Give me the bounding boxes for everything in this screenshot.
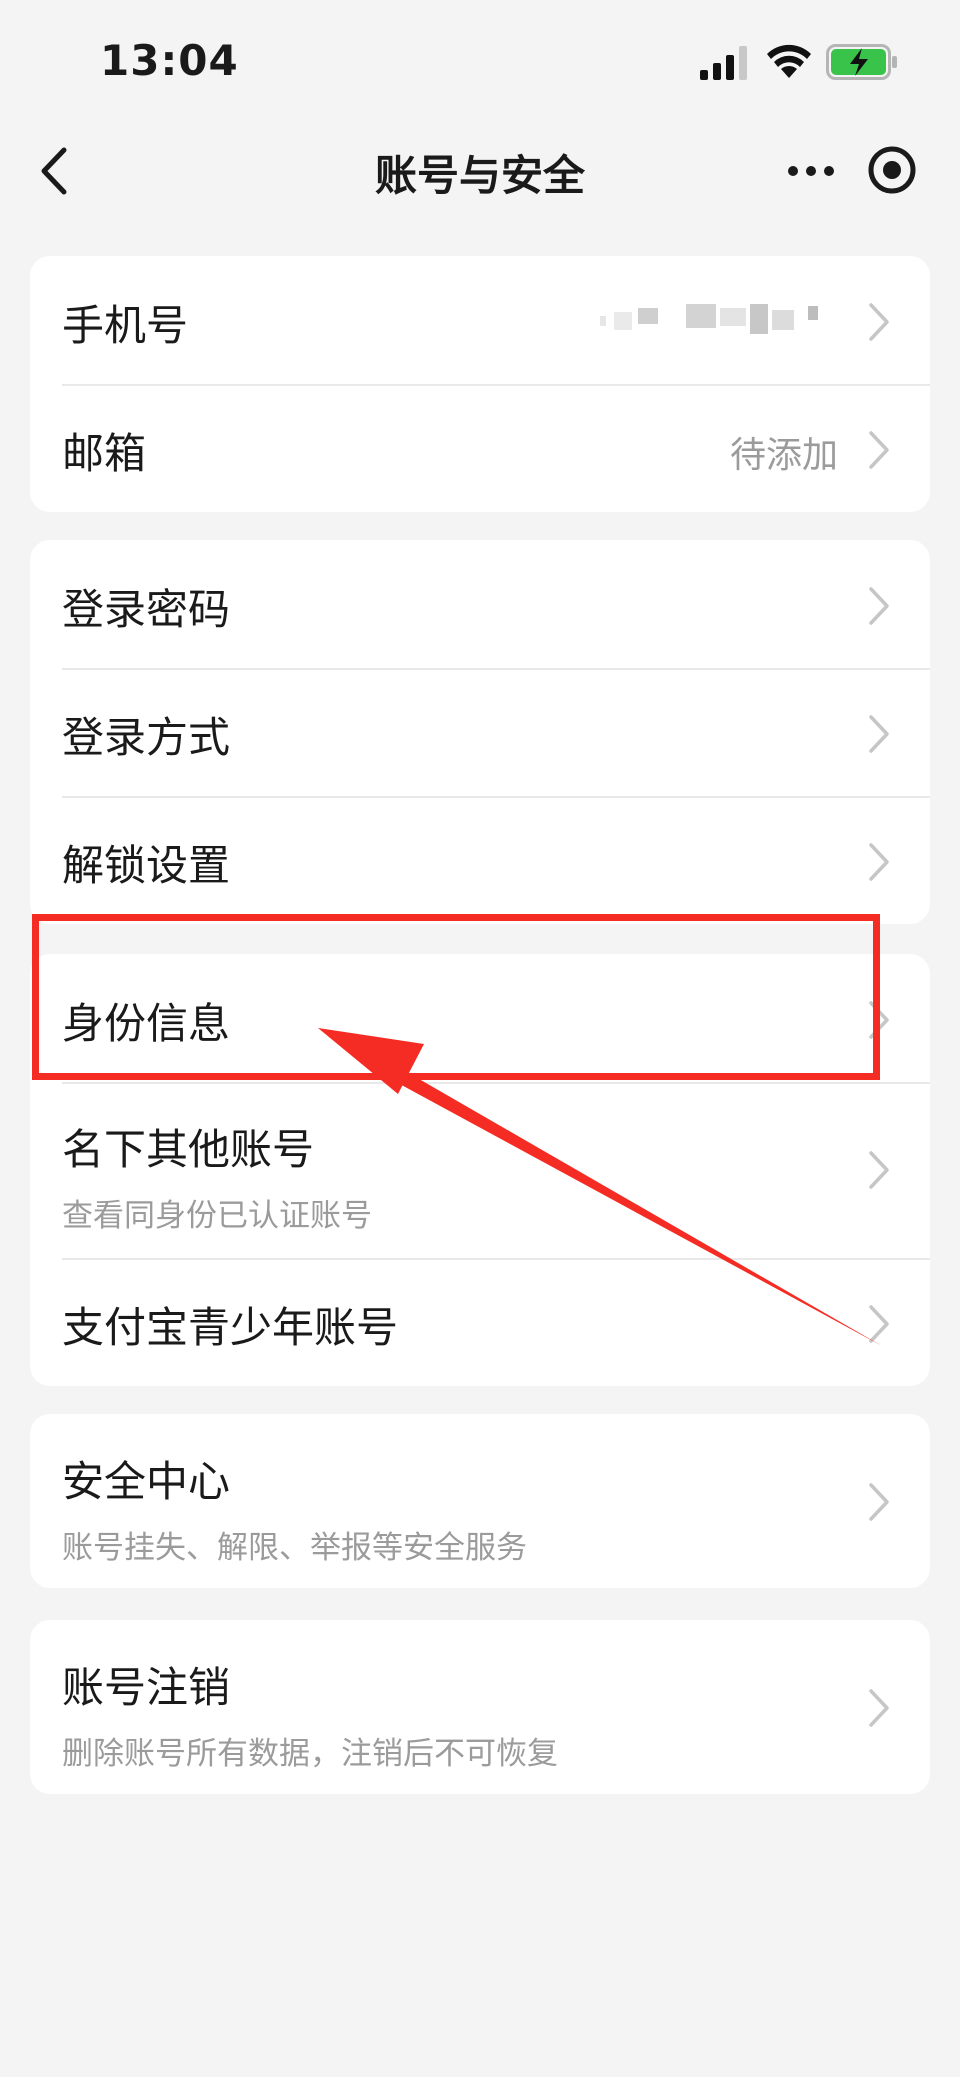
- wifi-icon: [767, 44, 811, 78]
- login-card: 登录密码 登录方式 解锁设置: [30, 540, 930, 924]
- row-phone[interactable]: 手机号: [30, 256, 930, 384]
- row-title: 账号注销: [62, 1663, 231, 1712]
- row-title: 手机号: [62, 301, 189, 350]
- chevron-right-icon: [869, 303, 889, 341]
- row-unlock-settings[interactable]: 解锁设置: [30, 796, 930, 924]
- status-time: 13:04: [100, 36, 239, 85]
- row-title: 名下其他账号: [62, 1125, 315, 1174]
- row-title: 登录密码: [62, 585, 231, 634]
- more-dots-icon[interactable]: [786, 156, 836, 186]
- row-login-method[interactable]: 登录方式: [30, 668, 930, 796]
- row-other-accounts[interactable]: 名下其他账号 查看同身份已认证账号: [30, 1082, 930, 1258]
- row-title: 解锁设置: [62, 841, 231, 890]
- status-bar: 13:04: [0, 0, 960, 120]
- row-teen-account[interactable]: 支付宝青少年账号: [30, 1258, 930, 1386]
- chevron-right-icon: [869, 1689, 889, 1727]
- chevron-right-icon: [869, 843, 889, 881]
- security-center-card: 安全中心 账号挂失、解限、举报等安全服务: [30, 1414, 930, 1588]
- chevron-right-icon: [869, 431, 889, 469]
- target-circle-icon[interactable]: [866, 144, 918, 196]
- chevron-right-icon: [869, 1151, 889, 1189]
- row-subtitle: 删除账号所有数据，注销后不可恢复: [62, 1736, 558, 1772]
- row-email[interactable]: 邮箱 待添加: [30, 384, 930, 512]
- row-account-cancel[interactable]: 账号注销 删除账号所有数据，注销后不可恢复: [30, 1620, 930, 1794]
- signal-icon: [700, 46, 747, 80]
- nav-bar: 账号与安全: [0, 120, 960, 220]
- row-login-password[interactable]: 登录密码: [30, 540, 930, 668]
- row-title: 邮箱: [62, 429, 147, 478]
- chevron-right-icon: [869, 587, 889, 625]
- account-card: 手机号 邮箱 待添加: [30, 256, 930, 512]
- account-cancel-card: 账号注销 删除账号所有数据，注销后不可恢复: [30, 1620, 930, 1794]
- row-value: 待添加: [729, 435, 838, 476]
- row-subtitle: 账号挂失、解限、举报等安全服务: [62, 1530, 527, 1566]
- blurred-phone-value: [600, 304, 818, 334]
- row-title: 安全中心: [62, 1457, 231, 1506]
- battery-charging-icon: [826, 44, 897, 80]
- chevron-right-icon: [869, 1305, 889, 1343]
- row-subtitle: 查看同身份已认证账号: [62, 1198, 372, 1234]
- row-title: 支付宝青少年账号: [62, 1303, 399, 1352]
- chevron-right-icon: [869, 1483, 889, 1521]
- chevron-right-icon: [869, 715, 889, 753]
- row-security-center[interactable]: 安全中心 账号挂失、解限、举报等安全服务: [30, 1414, 930, 1588]
- highlight-box: [32, 914, 880, 1080]
- row-title: 登录方式: [62, 713, 231, 762]
